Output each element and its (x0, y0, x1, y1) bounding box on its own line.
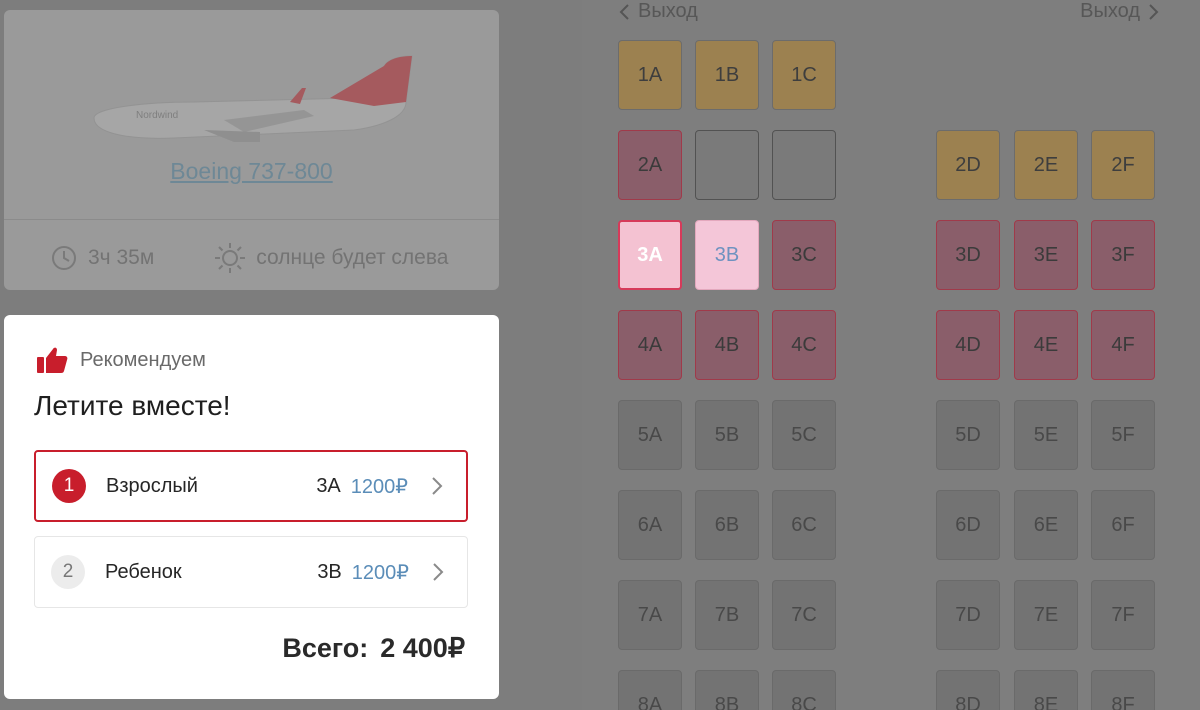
seat-4d[interactable]: 4D (936, 310, 1000, 380)
seat-6e[interactable]: 6E (1014, 490, 1078, 560)
total-label: Всего: (282, 633, 369, 663)
passenger-type: Ребенок (105, 560, 182, 583)
chevron-right-icon (433, 563, 444, 581)
seat-7d[interactable]: 7D (936, 580, 1000, 650)
seat-8c[interactable]: 8C (772, 670, 836, 710)
recommendation-card: Рекомендуем Летите вместе! 1 Взрослый 3А… (4, 315, 499, 699)
exit-right-label: Выход (1080, 0, 1140, 22)
seat-1b[interactable]: 1B (695, 40, 759, 110)
seat-4c[interactable]: 4C (772, 310, 836, 380)
seat-5c[interactable]: 5C (772, 400, 836, 470)
seat-7b[interactable]: 7B (695, 580, 759, 650)
aircraft-card: Nordwind Boeing 737-800 3ч 35м солнце бу… (4, 10, 499, 290)
recommend-title: Летите вместе! (34, 390, 231, 421)
seat-7f[interactable]: 7F (1091, 580, 1155, 650)
passenger-row-adult[interactable]: 1 Взрослый 3А 1200₽ (34, 450, 468, 522)
seat-3d[interactable]: 3D (936, 220, 1000, 290)
seat-map: Выход Выход 1A 1B 1C 2A 2D 2E 2F 3A 3B 3C 3D 3E 3F 4A… (582, 0, 1200, 710)
total-value: 2 400₽ (380, 633, 465, 663)
seat-2a[interactable]: 2A (618, 130, 682, 200)
sun-side-info: солнце будет слева (256, 246, 449, 269)
divider (4, 219, 499, 220)
seat-6b[interactable]: 6B (695, 490, 759, 560)
passenger-price: 1200₽ (351, 561, 409, 584)
seat-5d[interactable]: 5D (936, 400, 1000, 470)
seat-2e[interactable]: 2E (1014, 130, 1078, 200)
seat-7e[interactable]: 7E (1014, 580, 1078, 650)
seat-8b[interactable]: 8B (695, 670, 759, 710)
recommend-label: Рекомендуем (80, 348, 206, 371)
passenger-type: Взрослый (106, 474, 198, 497)
exit-left-label: Выход (638, 0, 698, 22)
seat-unlabeled[interactable] (772, 130, 836, 200)
seat-4f[interactable]: 4F (1091, 310, 1155, 380)
seat-3f[interactable]: 3F (1091, 220, 1155, 290)
chevron-right-icon (432, 477, 443, 495)
seat-8a[interactable]: 8A (618, 670, 682, 710)
seat-5a[interactable]: 5A (618, 400, 682, 470)
seat-5e[interactable]: 5E (1014, 400, 1078, 470)
seat-unlabeled[interactable] (695, 130, 759, 200)
airplane-image: Nordwind (93, 55, 413, 142)
seat-2f[interactable]: 2F (1091, 130, 1155, 200)
passenger-row-child[interactable]: 2 Ребенок 3В 1200₽ (34, 536, 468, 608)
seat-6c[interactable]: 6C (772, 490, 836, 560)
passenger-number: 2 (51, 555, 85, 589)
total-price: Всего: 2 400₽ (282, 633, 465, 664)
seat-7c[interactable]: 7C (772, 580, 836, 650)
aircraft-model-link[interactable]: Boeing 737-800 (4, 158, 499, 185)
seat-1c[interactable]: 1C (772, 40, 836, 110)
seat-5f[interactable]: 5F (1091, 400, 1155, 470)
livery-text: Nordwind (136, 110, 178, 121)
thumbs-up-icon (37, 347, 68, 373)
sun-icon (215, 243, 246, 273)
passenger-number: 1 (52, 469, 86, 503)
seat-7a[interactable]: 7A (618, 580, 682, 650)
seat-3c[interactable]: 3C (772, 220, 836, 290)
seat-8f[interactable]: 8F (1091, 670, 1155, 710)
seat-3b[interactable]: 3B (695, 220, 759, 290)
passenger-price: 1200₽ (350, 475, 408, 498)
seat-6d[interactable]: 6D (936, 490, 1000, 560)
passenger-seat: 3В (317, 560, 342, 583)
exit-left: Выход (618, 0, 698, 23)
seat-3e[interactable]: 3E (1014, 220, 1078, 290)
recommend-header: Рекомендуем (36, 346, 206, 374)
chevron-right-icon (1149, 3, 1159, 20)
chevron-left-icon (619, 3, 629, 20)
seat-6f[interactable]: 6F (1091, 490, 1155, 560)
flight-info: 3ч 35м солнце будет слева (50, 242, 448, 274)
seat-1a[interactable]: 1A (618, 40, 682, 110)
seat-3a[interactable]: 3A (618, 220, 682, 290)
seat-2d[interactable]: 2D (936, 130, 1000, 200)
seat-4e[interactable]: 4E (1014, 310, 1078, 380)
seat-5b[interactable]: 5B (695, 400, 759, 470)
flight-duration: 3ч 35м (88, 246, 155, 269)
seat-6a[interactable]: 6A (618, 490, 682, 560)
seat-8d[interactable]: 8D (936, 670, 1000, 710)
seat-8e[interactable]: 8E (1014, 670, 1078, 710)
passenger-seat: 3А (316, 474, 341, 497)
exit-right: Выход (1080, 0, 1160, 23)
seat-4b[interactable]: 4B (695, 310, 759, 380)
clock-icon (52, 246, 76, 270)
seat-4a[interactable]: 4A (618, 310, 682, 380)
